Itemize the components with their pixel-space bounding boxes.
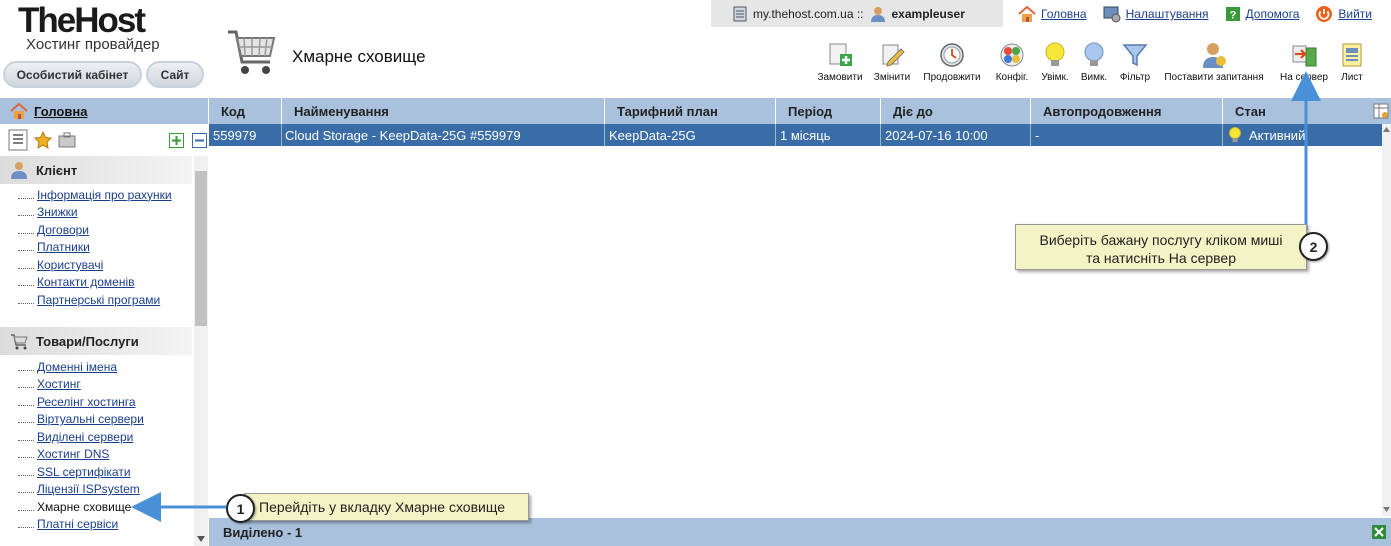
callout-text-line2: та натисніть На сервер xyxy=(1085,250,1237,266)
step-number-1: 1 xyxy=(226,494,255,523)
callout-step-1: Перейдіть у вкладку Хмарне сховище xyxy=(244,493,529,521)
annotation-arrows xyxy=(131,71,1321,522)
app-window: TheHost Хостинг провайдер Особистий кабі… xyxy=(0,0,1391,546)
step-number-2: 2 xyxy=(1299,232,1328,261)
callout-text-line1: Виберіть бажану послугу кліком миші xyxy=(1039,232,1283,248)
callout-step-2: Виберіть бажану послугу кліком миші та н… xyxy=(1015,224,1307,270)
callout-text: Перейдіть у вкладку Хмарне сховище xyxy=(259,499,505,515)
